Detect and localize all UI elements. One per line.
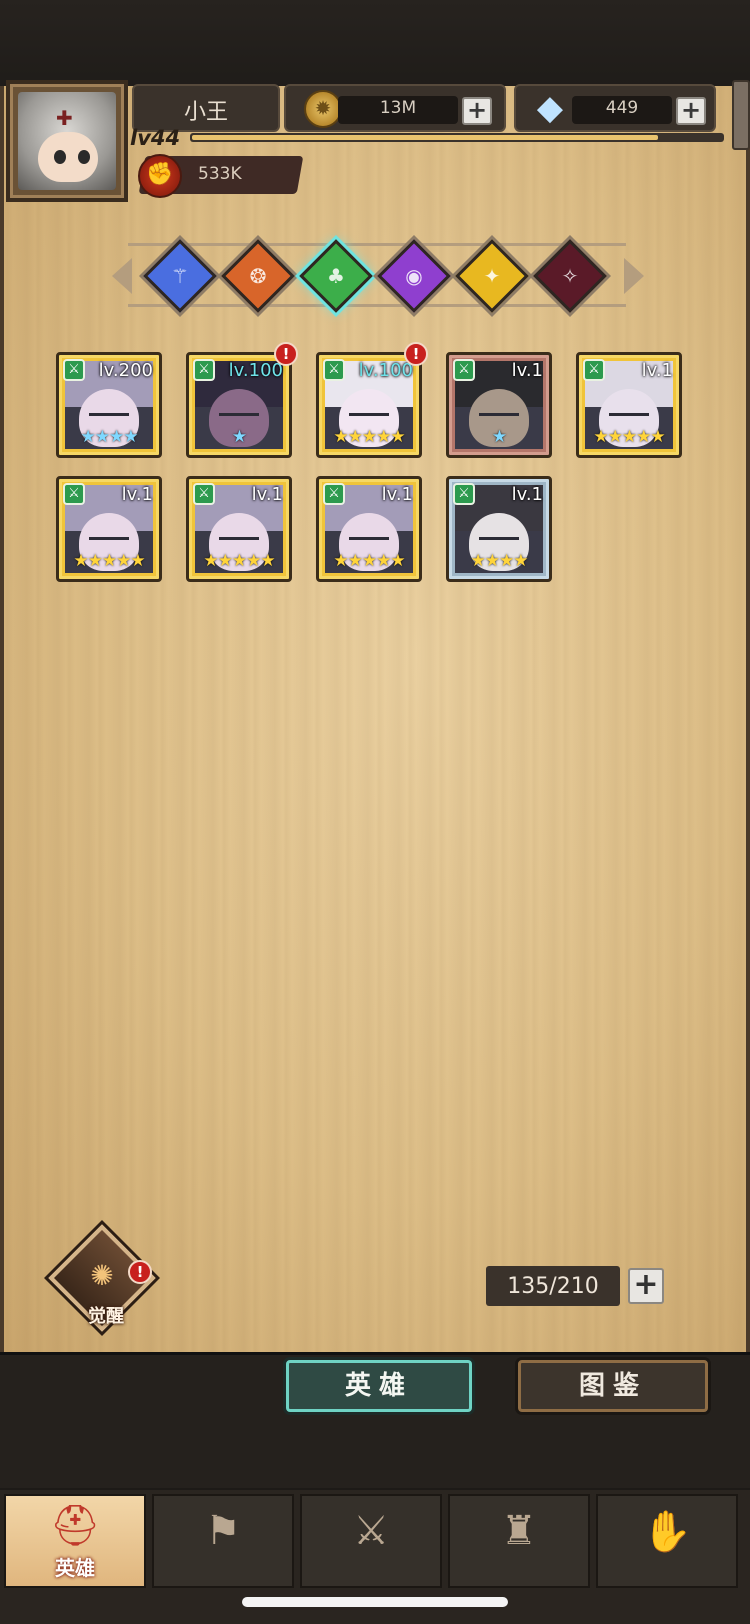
diamond-icon: ◆ bbox=[536, 88, 564, 128]
castle-tower-icon: ♜ bbox=[501, 1508, 537, 1554]
nav-item-0[interactable]: ⛑ 英雄 bbox=[4, 1494, 146, 1588]
hero-level: lv.1 bbox=[251, 484, 283, 505]
hero-stars: ★★★★ bbox=[470, 551, 529, 571]
hero-class-icon: ⚔ bbox=[453, 359, 475, 381]
hero-level: lv.1 bbox=[641, 360, 673, 381]
hero-class-icon: ⚔ bbox=[193, 483, 215, 505]
hero-stars: ★★★★★ bbox=[333, 427, 405, 447]
expand-capacity-button[interactable]: + bbox=[628, 1268, 664, 1304]
tab-heroes[interactable]: 英雄 bbox=[286, 1360, 472, 1412]
hero-card[interactable]: ⚔ lv.1 ★ bbox=[446, 352, 552, 458]
handshake-shield-icon: ✋ bbox=[642, 1509, 692, 1555]
top-band bbox=[0, 0, 750, 90]
player-name-box: 小王 bbox=[132, 84, 280, 132]
nav-item-2[interactable]: ⚔ bbox=[300, 1494, 442, 1588]
orange-faction-icon: ❂ bbox=[249, 264, 267, 288]
hero-card[interactable]: ⚔ lv.1 ★★★★★ bbox=[576, 352, 682, 458]
player-name: 小王 bbox=[183, 100, 228, 125]
avatar-portrait: ✚ bbox=[18, 92, 116, 190]
yellow-faction-icon: ✦ bbox=[483, 264, 501, 288]
hero-stars: ★★★★★ bbox=[203, 551, 275, 571]
hero-level: lv.1 bbox=[511, 484, 543, 505]
hero-class-icon: ⚔ bbox=[323, 359, 345, 381]
gem-value: 449 bbox=[605, 98, 639, 118]
hero-alert-icon: ! bbox=[404, 342, 428, 366]
purple-faction-icon: ◉ bbox=[405, 264, 423, 288]
hero-level: lv.100 bbox=[358, 360, 413, 381]
hero-class-icon: ⚔ bbox=[323, 483, 345, 505]
gold-coin-icon: ✹ bbox=[304, 90, 342, 128]
blue-faction-icon: ⚚ bbox=[171, 264, 189, 288]
hero-level: lv.200 bbox=[98, 360, 153, 381]
hero-class-icon: ⚔ bbox=[63, 359, 85, 381]
awaken-flame-icon: ✺ bbox=[90, 1259, 114, 1292]
awaken-alert-icon: ! bbox=[128, 1260, 152, 1284]
hero-card[interactable]: ⚔ lv.1 ★★★★★ bbox=[56, 476, 162, 582]
gold-value: 13M bbox=[379, 98, 417, 118]
gem-resource: ◆ 449 + bbox=[514, 84, 716, 132]
power-value: 533K bbox=[198, 164, 242, 184]
hero-stars: ★★★★★ bbox=[593, 427, 665, 447]
side-handle[interactable] bbox=[732, 80, 750, 150]
awaken-label: 觉醒 bbox=[88, 1306, 124, 1327]
hero-level: lv.1 bbox=[121, 484, 153, 505]
hero-stars: ★★★★ bbox=[80, 427, 139, 447]
hero-card[interactable]: ⚔ lv.100 ★ bbox=[186, 352, 292, 458]
capacity-value: 135/210 bbox=[507, 1274, 599, 1299]
nav-label: 英雄 bbox=[55, 1556, 95, 1580]
hero-card[interactable]: ⚔ lv.1 ★★★★★ bbox=[316, 476, 422, 582]
hero-stars: ★ bbox=[231, 427, 247, 447]
flag-wheel-icon: ⚑ bbox=[205, 1508, 241, 1554]
hero-card[interactable]: ⚔ lv.1 ★★★★★ bbox=[186, 476, 292, 582]
hero-stars: ★ bbox=[491, 427, 507, 447]
knight-helmet-icon: ⛑ bbox=[49, 1503, 101, 1549]
hero-alert-icon: ! bbox=[274, 342, 298, 366]
player-level: lv44 bbox=[130, 126, 181, 150]
dark-red-faction-icon: ✧ bbox=[561, 264, 579, 288]
gold-resource: ✹ 13M + bbox=[284, 84, 506, 132]
xp-bar-fill bbox=[192, 135, 658, 140]
hero-class-icon: ⚔ bbox=[453, 483, 475, 505]
player-avatar[interactable]: ✚ bbox=[6, 80, 128, 202]
nav-item-1[interactable]: ⚑ bbox=[152, 1494, 294, 1588]
xp-bar bbox=[190, 133, 724, 142]
nav-item-4[interactable]: ✋ bbox=[596, 1494, 738, 1588]
hero-level: lv.1 bbox=[381, 484, 413, 505]
home-indicator[interactable] bbox=[242, 1597, 508, 1607]
tab-codex[interactable]: 图鉴 bbox=[518, 1360, 708, 1412]
hero-class-icon: ⚔ bbox=[583, 359, 605, 381]
hero-level: lv.1 bbox=[511, 360, 543, 381]
add-gold-button[interactable]: + bbox=[462, 97, 492, 125]
nav-item-3[interactable]: ♜ bbox=[448, 1494, 590, 1588]
hero-level: lv.100 bbox=[228, 360, 283, 381]
fist-icon: ✊ bbox=[138, 154, 182, 198]
hero-card[interactable]: ⚔ lv.200 ★★★★ bbox=[56, 352, 162, 458]
hero-card[interactable]: ⚔ lv.1 ★★★★ bbox=[446, 476, 552, 582]
hero-stars: ★★★★★ bbox=[73, 551, 145, 571]
hero-capacity: 135/210 bbox=[486, 1266, 620, 1306]
crossed-swords-icon: ⚔ bbox=[353, 1508, 389, 1554]
hero-stars: ★★★★★ bbox=[333, 551, 405, 571]
add-gems-button[interactable]: + bbox=[676, 97, 706, 125]
hero-class-icon: ⚔ bbox=[193, 359, 215, 381]
hero-class-icon: ⚔ bbox=[63, 483, 85, 505]
green-clover-faction-icon: ♣ bbox=[327, 264, 345, 288]
filter-right-arrow-icon[interactable] bbox=[624, 258, 644, 294]
hero-card[interactable]: ⚔ lv.100 ★★★★★ bbox=[316, 352, 422, 458]
filter-left-arrow-icon[interactable] bbox=[112, 258, 132, 294]
